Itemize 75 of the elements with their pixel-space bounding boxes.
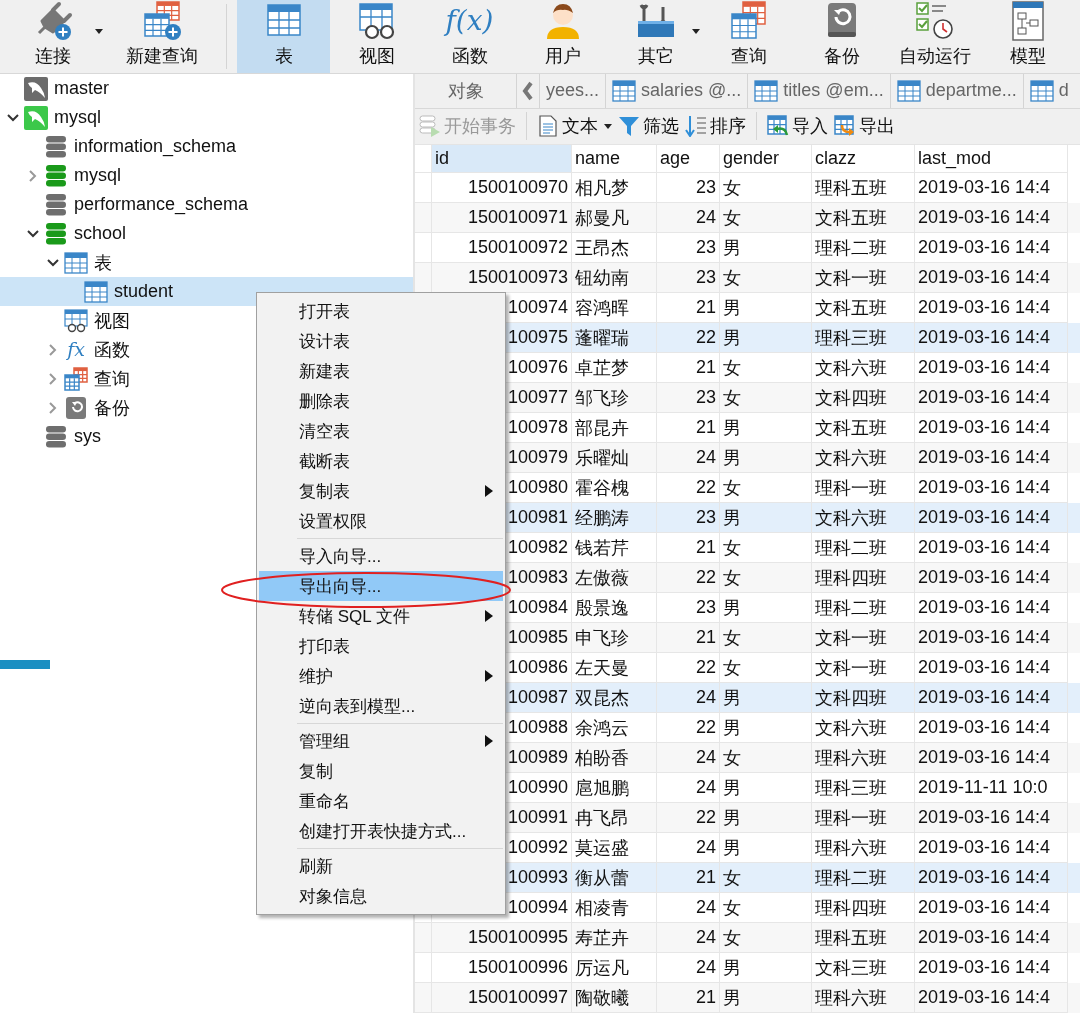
table-cell: 2019-03-16 14:4 <box>915 443 1068 473</box>
table-cell: 21 <box>657 983 720 1013</box>
table-cell: 文科四班 <box>812 683 915 713</box>
table-cell: 1500100997 <box>432 983 572 1013</box>
table-cell: 21 <box>657 623 720 653</box>
table-cell: 理科二班 <box>812 863 915 893</box>
table-cell: 经鹏涛 <box>572 503 657 533</box>
table-cell: 2019-03-16 14:4 <box>915 563 1068 593</box>
table-cell: 1500100995 <box>432 923 572 953</box>
table-cell: 郝曼凡 <box>572 203 657 233</box>
table-cell: 男 <box>720 503 812 533</box>
table-cell: 冉飞昂 <box>572 803 657 833</box>
table-cell: 2019-03-16 14:4 <box>915 503 1068 533</box>
table-cell: 男 <box>720 323 812 353</box>
table-cell: 2019-03-16 14:4 <box>915 983 1068 1013</box>
table-cell: 2019-03-16 14:4 <box>915 863 1068 893</box>
table-cell: 男 <box>720 803 812 833</box>
table-cell: 衡从蕾 <box>572 863 657 893</box>
table-cell: 左傲薇 <box>572 563 657 593</box>
table-cell: 23 <box>657 503 720 533</box>
table-cell: 2019-03-16 14:4 <box>915 803 1068 833</box>
table-cell: 女 <box>720 203 812 233</box>
table-cell: 女 <box>720 383 812 413</box>
function-icon: f(x) <box>445 1 494 41</box>
table-cell: 2019-03-16 14:4 <box>915 383 1068 413</box>
table-cell: 2019-03-16 14:4 <box>915 323 1068 353</box>
table-cell: 2019-03-16 14:4 <box>915 743 1068 773</box>
table-cell: 柏盼香 <box>572 743 657 773</box>
table-cell: 理科四班 <box>812 563 915 593</box>
table-cell: 女 <box>720 863 812 893</box>
table-cell: 寿芷卉 <box>572 923 657 953</box>
table-cell: 23 <box>657 383 720 413</box>
table-cell: 双昆杰 <box>572 683 657 713</box>
table-cell: 2019-03-16 14:4 <box>915 623 1068 653</box>
table-cell: 21 <box>657 863 720 893</box>
table-cell: 理科三班 <box>812 323 915 353</box>
table-cell: 钮幼南 <box>572 263 657 293</box>
function-icon: fx <box>64 340 88 359</box>
table-cell: 文科四班 <box>812 383 915 413</box>
table-cell: 女 <box>720 563 812 593</box>
table-cell: 男 <box>720 443 812 473</box>
table-cell: 1500100971 <box>432 203 572 233</box>
table-cell: 乐曜灿 <box>572 443 657 473</box>
table-cell: 邹飞珍 <box>572 383 657 413</box>
table-cell: 24 <box>657 683 720 713</box>
table-cell: 理科六班 <box>812 983 915 1013</box>
table-cell: 23 <box>657 263 720 293</box>
table-cell: 文科一班 <box>812 263 915 293</box>
table-cell: 文科六班 <box>812 443 915 473</box>
table-cell: 文科一班 <box>812 623 915 653</box>
table-cell: 22 <box>657 563 720 593</box>
table-cell: 女 <box>720 743 812 773</box>
table-cell: 男 <box>720 983 812 1013</box>
table-cell: 2019-03-16 14:4 <box>915 683 1068 713</box>
table-cell: 2019-03-16 14:4 <box>915 203 1068 233</box>
table-cell: 文科六班 <box>812 503 915 533</box>
table-cell: 理科五班 <box>812 923 915 953</box>
table-cell: 女 <box>720 623 812 653</box>
table-cell: 陶敬曦 <box>572 983 657 1013</box>
table-cell: 女 <box>720 263 812 293</box>
table-cell: 申飞珍 <box>572 623 657 653</box>
table-cell: 2019-03-16 14:4 <box>915 923 1068 953</box>
table-cell: 24 <box>657 743 720 773</box>
table-cell: 22 <box>657 803 720 833</box>
table-cell: 24 <box>657 203 720 233</box>
table-cell: 女 <box>720 923 812 953</box>
table-cell: 24 <box>657 923 720 953</box>
table-cell: 理科一班 <box>812 803 915 833</box>
table-cell: 24 <box>657 443 720 473</box>
table-cell: 男 <box>720 683 812 713</box>
table-cell: 2019-03-16 14:4 <box>915 263 1068 293</box>
table-cell: 文科五班 <box>812 203 915 233</box>
table-cell: 蓬曜瑞 <box>572 323 657 353</box>
table-cell: 22 <box>657 323 720 353</box>
table-cell: 理科六班 <box>812 743 915 773</box>
